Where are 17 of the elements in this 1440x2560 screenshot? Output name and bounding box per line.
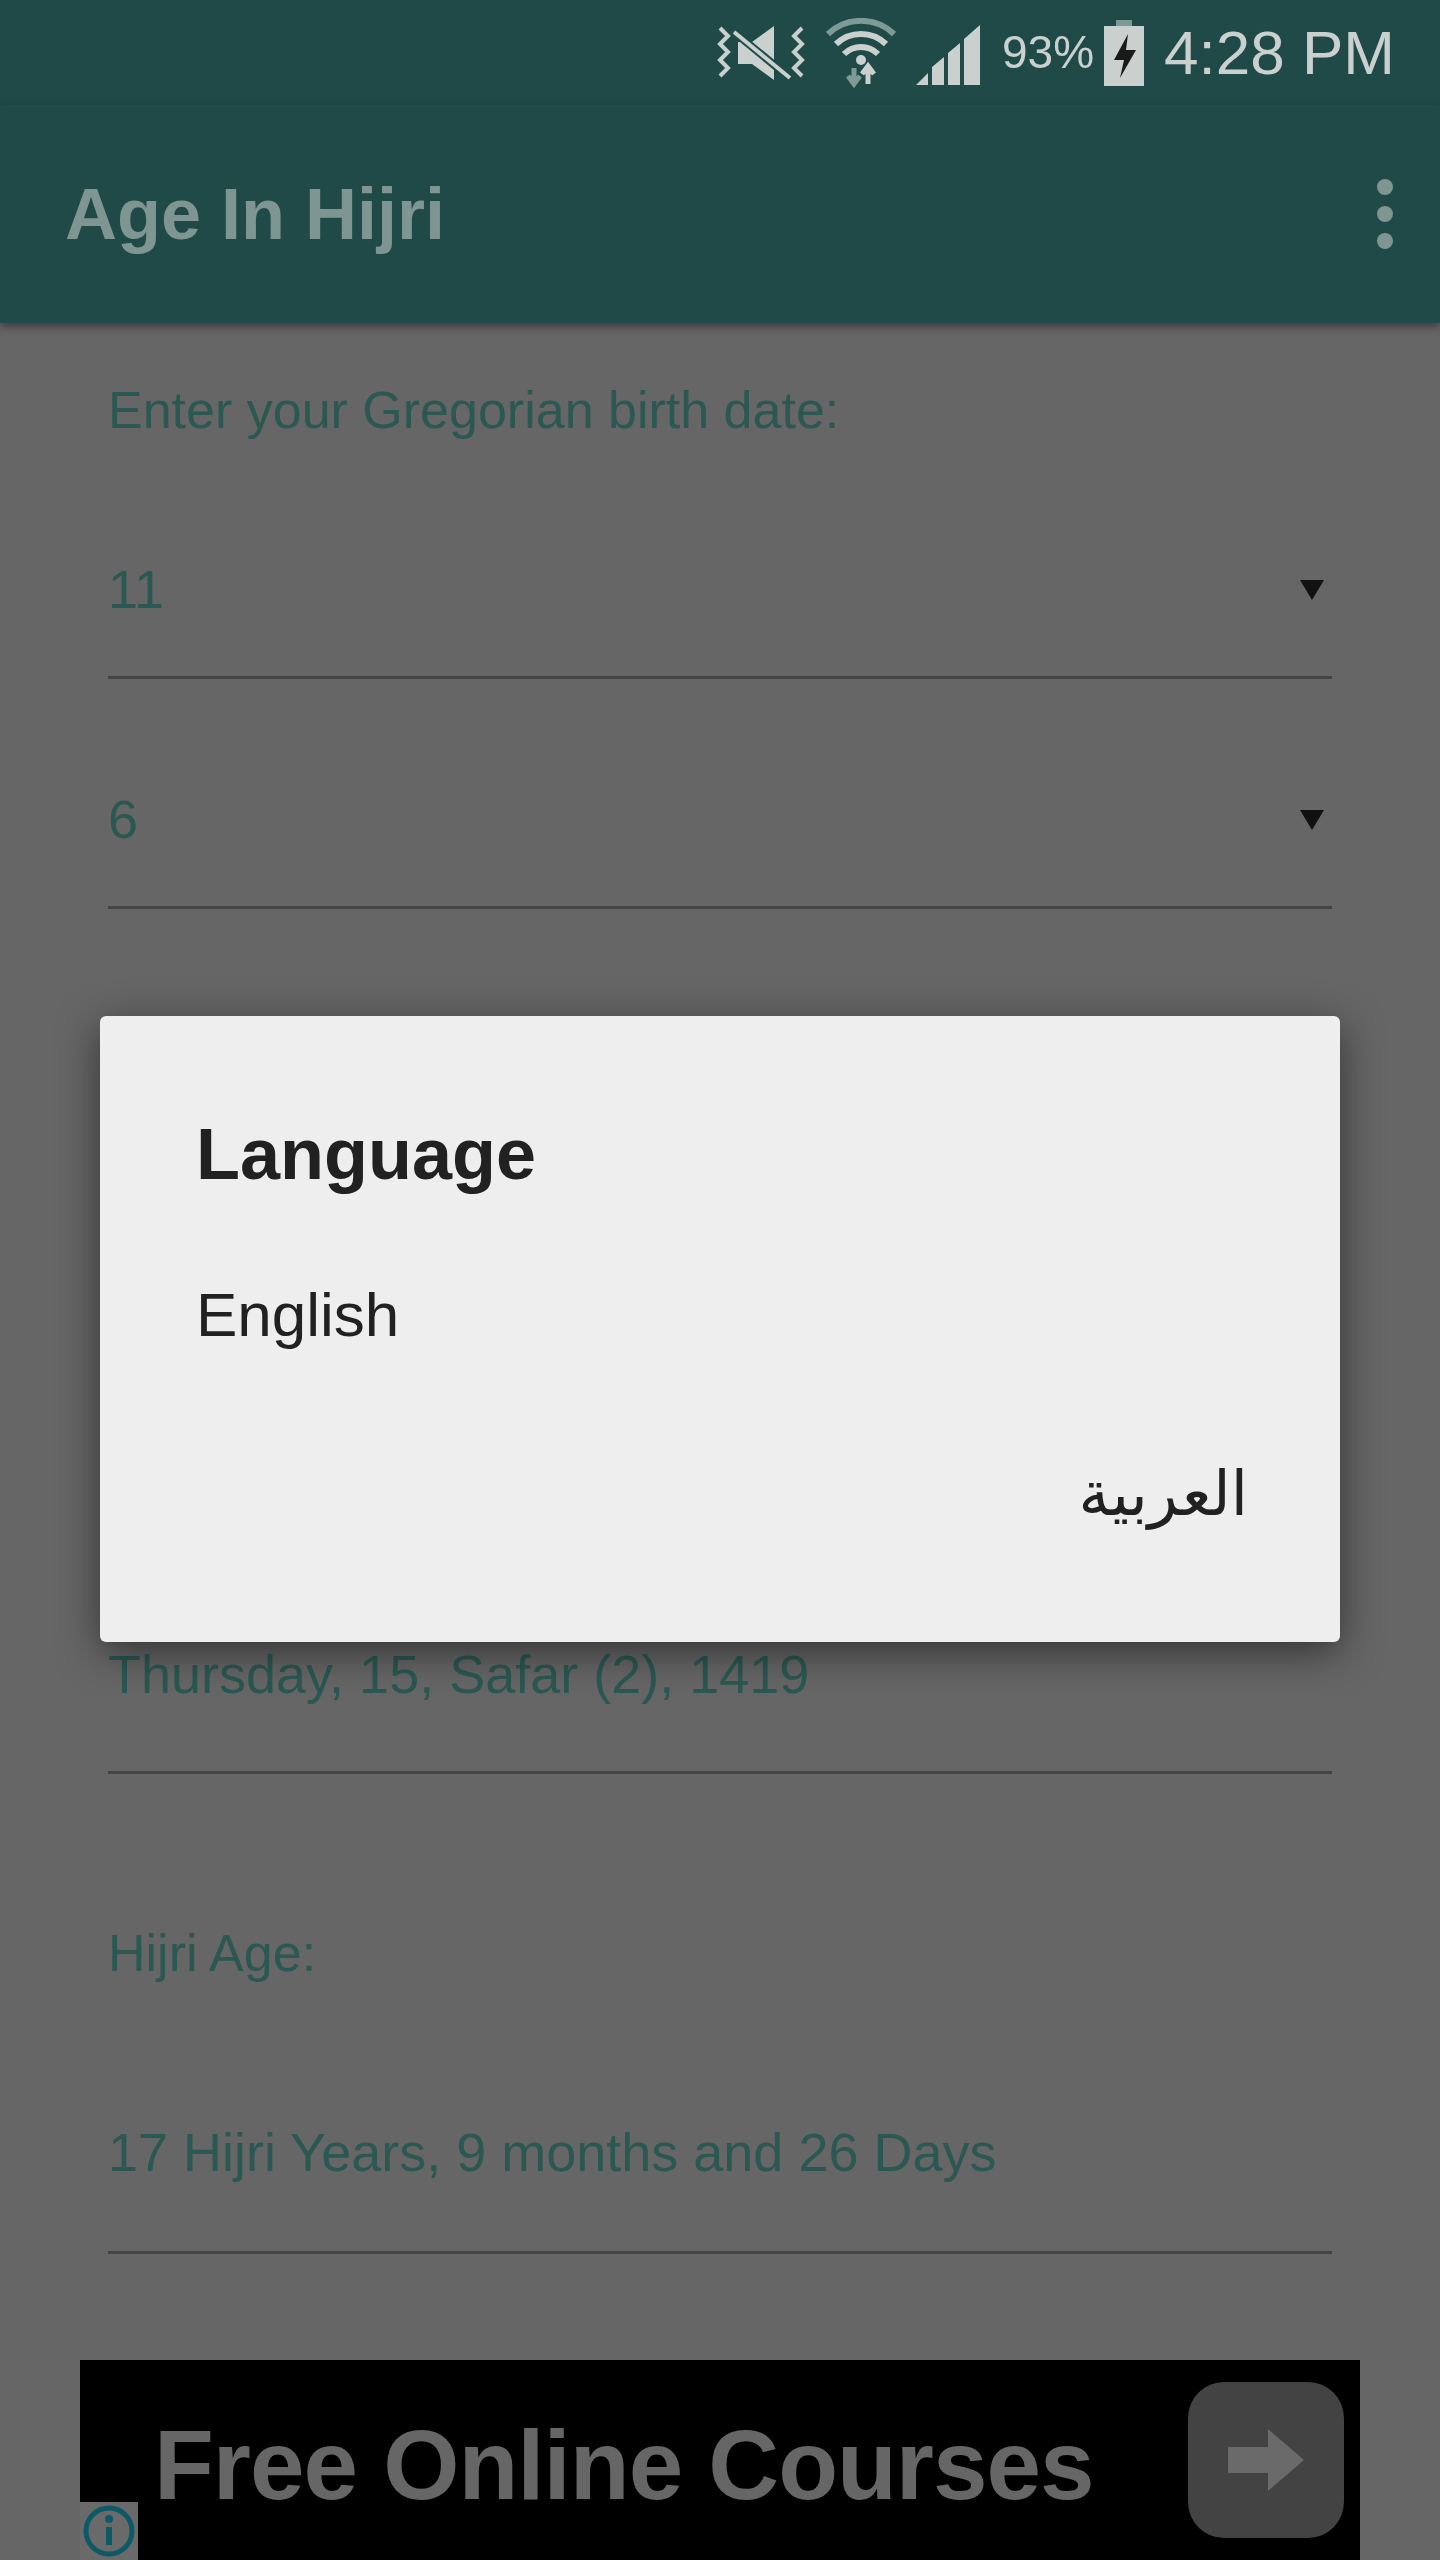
hijri-age-field: 17 Hijri Years, 9 months and 26 Days bbox=[108, 2112, 1332, 2251]
hijri-age-label: Hijri Age: bbox=[108, 1923, 318, 1984]
language-option[interactable]: العربية bbox=[1078, 1447, 1248, 1540]
battery-percentage: 93% bbox=[1002, 25, 1095, 80]
dropdown-caret-icon bbox=[1300, 809, 1324, 830]
app-title: Age In Hijri bbox=[65, 173, 446, 256]
wifi-icon bbox=[826, 17, 896, 88]
charging-battery-icon bbox=[1104, 19, 1145, 86]
arrow-button[interactable] bbox=[1188, 2382, 1344, 2538]
clock: 4:28 PM bbox=[1164, 17, 1395, 89]
dialog-title: Language bbox=[196, 1113, 538, 1196]
dropdown-caret-icon bbox=[1300, 579, 1324, 600]
birth-date-prompt: Enter your Gregorian birth date: bbox=[108, 380, 841, 441]
language-option[interactable]: English bbox=[196, 1268, 400, 1361]
arrow-right-icon bbox=[1228, 2429, 1304, 2491]
ad-banner[interactable]: Free Online Courses bbox=[80, 2360, 1360, 2560]
ad-headline: Free Online Courses bbox=[154, 2408, 1094, 2522]
